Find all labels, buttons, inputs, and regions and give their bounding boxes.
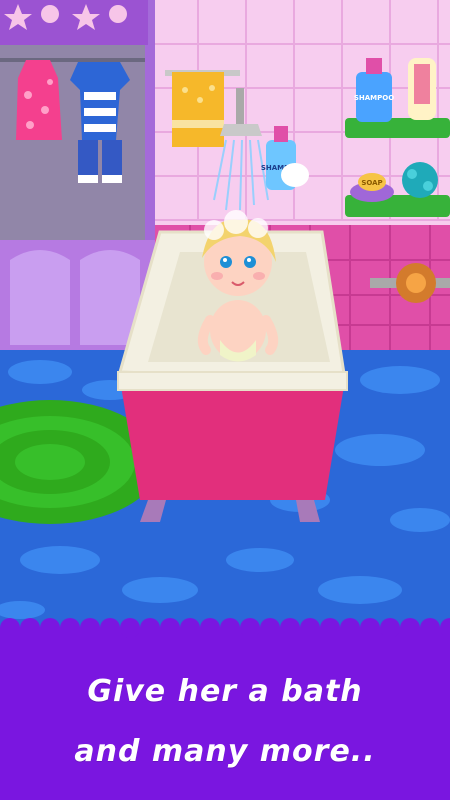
circle-icon bbox=[109, 5, 127, 23]
drawer-door[interactable] bbox=[10, 250, 70, 345]
pink-dress[interactable] bbox=[16, 60, 62, 140]
lotion-bottle[interactable] bbox=[408, 58, 436, 120]
caption-panel: Give her a bath and many more.. bbox=[0, 618, 450, 800]
clothes-rail bbox=[0, 58, 145, 62]
soap-label: SOAP bbox=[361, 179, 382, 187]
shampoo-label: SHAMPOO bbox=[354, 94, 394, 102]
circle-icon bbox=[41, 5, 59, 23]
towel[interactable] bbox=[172, 72, 224, 147]
caption-line-1: Give her a bath bbox=[87, 674, 363, 709]
caption-line-2: and many more.. bbox=[74, 734, 376, 769]
loofah-sponge[interactable] bbox=[402, 162, 438, 198]
